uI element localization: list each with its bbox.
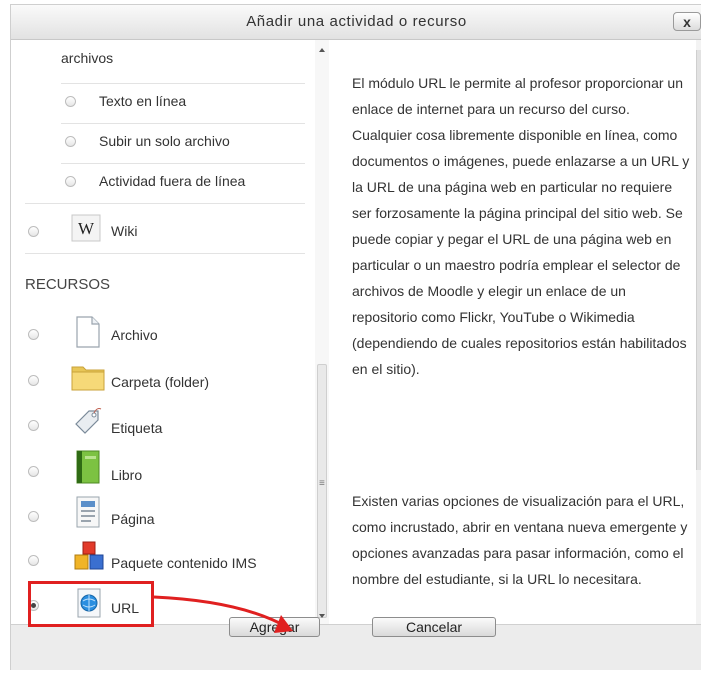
divider [61, 83, 305, 84]
ims-package-icon [73, 541, 105, 574]
radio-archivo[interactable] [28, 329, 39, 340]
divider [61, 163, 305, 164]
description-panel: El módulo URL le permite al profesor pro… [330, 40, 696, 624]
radio-subir-un-solo-archivo[interactable] [65, 136, 76, 147]
scroll-down-arrow-icon[interactable] [319, 614, 325, 618]
page-icon [75, 496, 101, 531]
scroll-up-arrow-icon[interactable] [319, 48, 325, 52]
list-item-archivo[interactable]: Archivo [25, 316, 305, 356]
svg-text:W: W [78, 219, 95, 238]
radio-wiki[interactable] [28, 226, 39, 237]
cancel-button[interactable]: Cancelar [372, 617, 496, 637]
list-item-label: Wiki [111, 223, 138, 239]
radio-paquete-ims[interactable] [28, 555, 39, 566]
list-item-label: Texto en línea [99, 93, 187, 109]
module-list: archivos Texto en línea Subir un solo ar… [11, 40, 316, 624]
list-item-subir-un-solo-archivo[interactable]: Subir un solo archivo [61, 133, 311, 163]
list-item-label: Paquete contenido IMS [111, 555, 257, 571]
list-item-label: Subir un solo archivo [99, 133, 230, 149]
list-item-actividad-fuera-de-linea[interactable]: Actividad fuera de línea [61, 173, 311, 203]
radio-etiqueta[interactable] [28, 420, 39, 431]
list-item-wiki[interactable]: W Wiki [25, 210, 305, 250]
dialog-title: Añadir una actividad o recurso [246, 13, 467, 30]
close-icon: x [683, 14, 691, 30]
list-item-paquete-ims[interactable]: Paquete contenido IMS [25, 541, 305, 581]
wiki-icon: W [71, 214, 101, 245]
list-item-pagina[interactable]: Página [25, 496, 305, 536]
file-icon [75, 316, 101, 351]
list-item-label: Libro [111, 467, 143, 483]
list-item-libro[interactable]: Libro [25, 450, 305, 492]
list-item-label: Actividad fuera de línea [99, 173, 246, 189]
list-scrollbar[interactable]: ≡ [315, 40, 329, 624]
url-highlight-box [28, 581, 154, 627]
radio-actividad-fuera-de-linea[interactable] [65, 176, 76, 187]
divider [25, 253, 305, 254]
divider [61, 123, 305, 124]
divider [25, 203, 305, 204]
list-item-partial: archivos [61, 50, 114, 66]
list-item-label: Carpeta (folder) [111, 374, 210, 390]
add-button[interactable]: Agregar [229, 617, 320, 637]
list-item-label: Etiqueta [111, 420, 163, 436]
description-paragraph-1: El módulo URL le permite al profesor pro… [352, 75, 690, 377]
list-item-label: Archivo [111, 327, 158, 343]
list-item-label: Página [111, 511, 155, 527]
radio-pagina[interactable] [28, 511, 39, 522]
add-activity-dialog: Añadir una actividad o recurso x archivo… [10, 4, 701, 670]
label-tag-icon [73, 406, 103, 439]
list-item-carpeta[interactable]: Carpeta (folder) [25, 361, 305, 401]
radio-carpeta[interactable] [28, 375, 39, 386]
folder-icon [71, 363, 105, 394]
list-item-texto-en-linea[interactable]: Texto en línea [61, 93, 311, 123]
radio-libro[interactable] [28, 466, 39, 477]
scrollbar-thumb[interactable] [317, 364, 327, 618]
grip-icon: ≡ [319, 478, 325, 489]
book-icon [75, 450, 101, 487]
list-item-etiqueta[interactable]: Etiqueta [25, 406, 305, 446]
section-header-recursos: RECURSOS [25, 276, 111, 293]
description-scrollbar[interactable] [696, 40, 701, 624]
dialog-titlebar: Añadir una actividad o recurso x [11, 5, 701, 40]
description-paragraph-2: Existen varias opciones de visualización… [352, 493, 688, 587]
dialog-footer [11, 624, 701, 670]
radio-texto-en-linea[interactable] [65, 96, 76, 107]
close-button[interactable]: x [673, 12, 701, 31]
scrollbar-thumb[interactable] [696, 50, 701, 470]
